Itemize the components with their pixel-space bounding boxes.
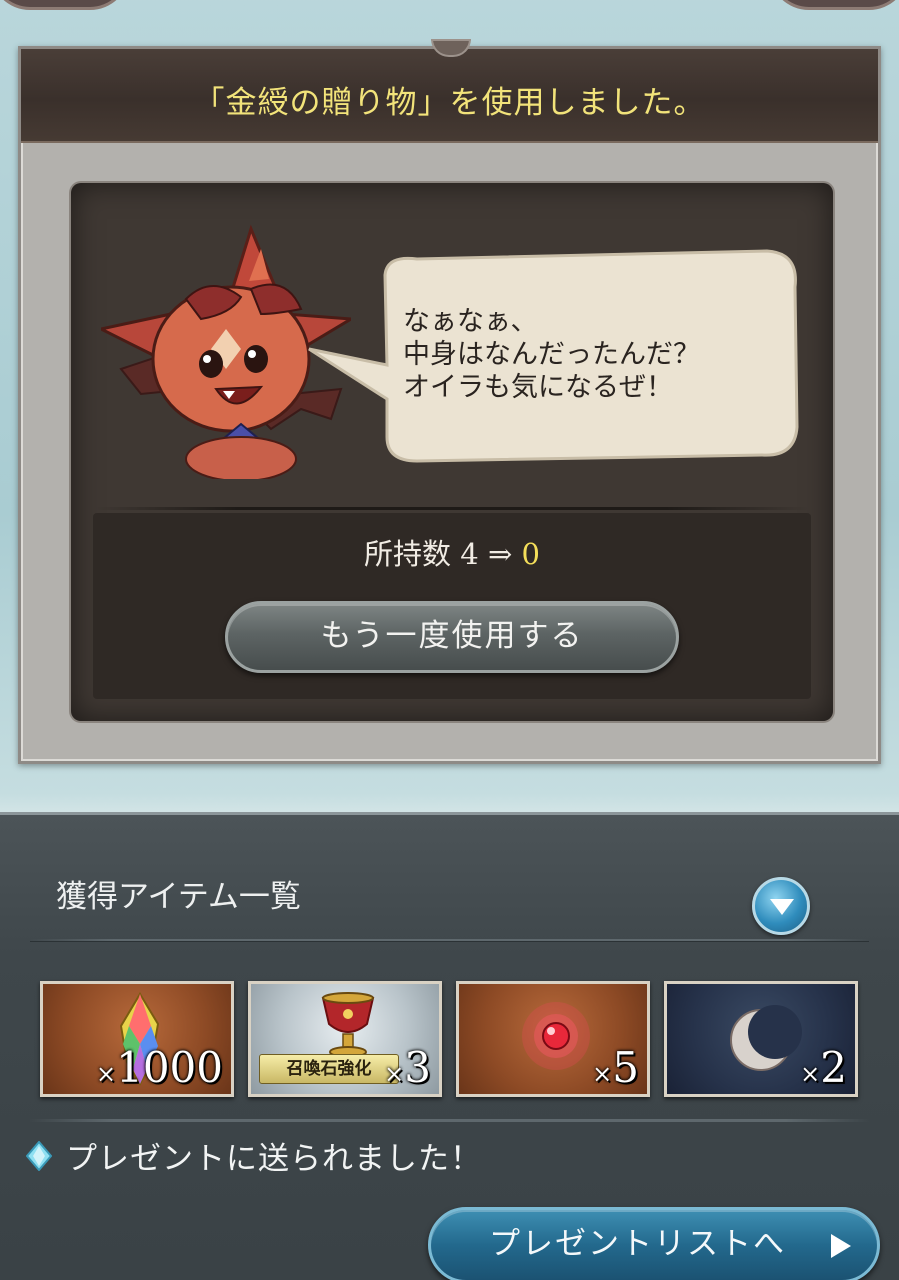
owned-count-label: 所持数 [364,537,452,571]
obtained-items-panel: 獲得アイテム一覧 ×1000 召喚石強化 ×3 ×5 ×2 プレゼントに送られま… [0,812,899,1280]
item-label-strip: 召喚石強化 [259,1054,399,1084]
present-list-button-label: プレゼントリストへ [489,1226,786,1262]
divider [30,1119,869,1122]
chevron-down-icon [770,899,794,915]
divider [95,507,809,510]
item-tile[interactable]: ×2 [664,981,858,1097]
top-right-ornament [769,0,899,10]
item-list: ×1000 召喚石強化 ×3 ×5 ×2 [40,981,860,1097]
item-quantity: ×3 [384,1043,431,1092]
item-tile[interactable]: 召喚石強化 ×3 [248,981,442,1097]
arrow-icon: ⇒ [487,537,513,571]
speech-line: なぁなぁ、 [403,306,538,337]
owned-count-from: 4 [460,537,479,571]
collapse-toggle-button[interactable] [752,877,810,935]
item-quantity: ×5 [592,1043,639,1092]
result-dialog: 「金綬の贈り物」を使用しました。 なぁなぁ、 中身はなんだったんだ？ オイラも気… [18,39,881,764]
dialog-header: 「金綬の贈り物」を使用しました。 [21,39,878,143]
top-left-ornament [0,0,130,10]
item-quantity: ×2 [800,1043,847,1092]
divider [30,939,869,942]
sent-to-present-message: プレゼントに送られました！ [66,1141,482,1177]
owned-count: 所持数 4 ⇒ 0 [71,531,833,573]
crescent-moon-icon [730,1005,802,1071]
item-quantity: ×1000 [96,1043,223,1092]
item-tile[interactable]: ×5 [456,981,650,1097]
speech-line: オイラも気になるぜ！ [403,372,673,403]
owned-count-to: 0 [521,537,540,571]
item-tile[interactable]: ×1000 [40,981,234,1097]
diamond-bullet-icon [26,1141,52,1171]
use-again-button[interactable]: もう一度使用する [225,601,679,673]
dialog-inner-panel: なぁなぁ、 中身はなんだったんだ？ オイラも気になるぜ！ 所持数 4 ⇒ 0 も… [71,183,833,721]
present-list-button[interactable]: プレゼントリストへ [428,1207,880,1280]
red-orb-icon [522,1002,590,1070]
speech-line: 中身はなんだったんだ？ [403,339,700,370]
dialog-title: 「金綬の贈り物」を使用しました。 [193,85,706,121]
speech-text: なぁなぁ、 中身はなんだったんだ？ オイラも気になるぜ！ [403,305,783,404]
play-arrow-icon [831,1234,851,1258]
obtained-items-title: 獲得アイテム一覧 [56,879,301,915]
chalice-icon [321,992,375,1058]
speech-bubble: なぁなぁ、 中身はなんだったんだ？ オイラも気になるぜ！ [307,247,807,467]
header-ornament [431,39,471,57]
